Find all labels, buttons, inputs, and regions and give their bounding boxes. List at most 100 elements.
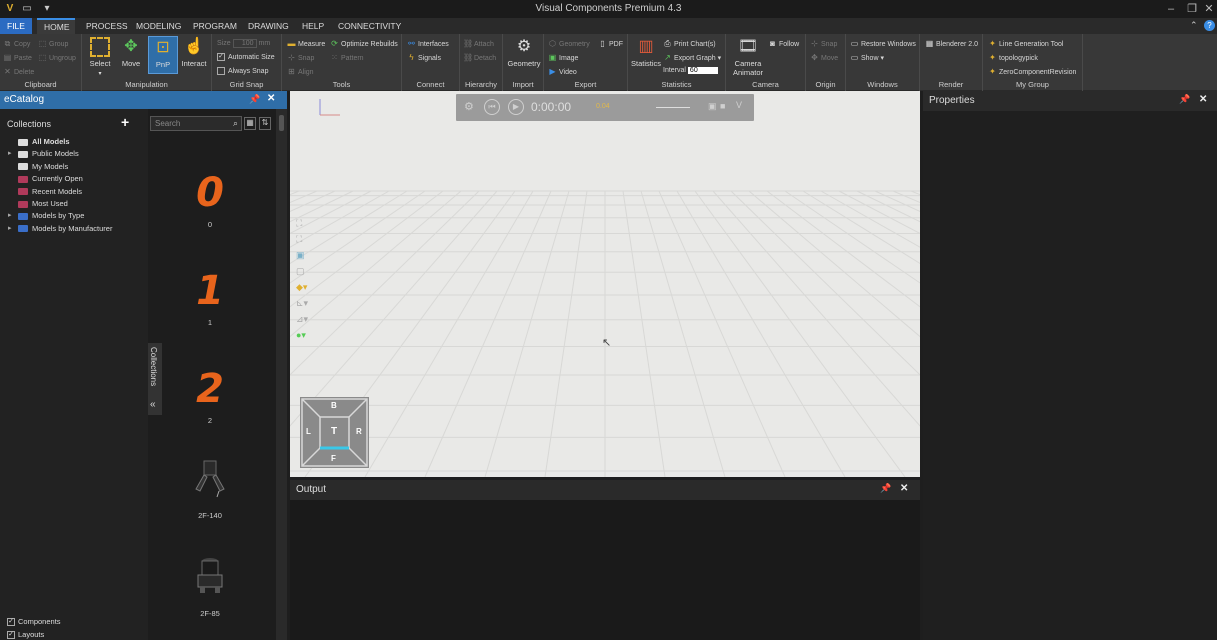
restore-windows-button[interactable]: ▭ Restore Windows [850, 39, 916, 48]
navcube-right[interactable]: R [356, 427, 362, 436]
snap-tool-button[interactable]: ⊹ Snap [287, 53, 314, 62]
tab-modeling[interactable]: MODELING [129, 18, 188, 34]
import-geometry-button[interactable]: ⚙ Geometry [506, 37, 542, 68]
export-pdf-button[interactable]: ▯ PDF [598, 39, 623, 48]
line-generation-tool-button[interactable]: ✦ Line Generation Tool [988, 39, 1063, 48]
export-image-button[interactable]: ▣ Image [548, 53, 579, 62]
catalog-item[interactable]: 2F-85 [160, 553, 260, 618]
restore-button[interactable]: ❐ [1184, 1, 1200, 17]
tab-process[interactable]: PROCESS [79, 18, 135, 34]
tab-home[interactable]: HOME [37, 18, 75, 34]
perspective-icon[interactable]: ▣ [296, 247, 310, 263]
tab-connectivity[interactable]: CONNECTIVITY [331, 18, 408, 34]
fit-selection-icon[interactable]: ⛶ [296, 215, 310, 231]
measure-dropdown-icon[interactable]: ⊿▾ [296, 311, 310, 327]
catalog-item[interactable]: 22 [160, 366, 260, 425]
origin-move-button[interactable]: ✥ Move [810, 53, 838, 62]
double-chevron-left-icon[interactable]: « [150, 399, 156, 410]
speed-slider[interactable] [656, 107, 690, 108]
align-button[interactable]: ⊞ Align [287, 67, 313, 76]
catalog-item[interactable]: 00 [160, 170, 260, 229]
camera-animator-button[interactable]: 🎞 Camera Animator [730, 37, 766, 77]
automatic-size-checkbox[interactable]: ✓ Automatic Size [217, 53, 275, 61]
navcube-left[interactable]: L [306, 427, 311, 436]
blenderer-button[interactable]: ▦ Blenderer 2.0 [925, 39, 978, 48]
tree-item[interactable]: ▸ Public Models [8, 149, 79, 158]
snapshot-icon[interactable]: ▣ [708, 101, 717, 112]
tree-item[interactable]: Recent Models [8, 187, 82, 196]
navcube-front[interactable]: F [331, 454, 336, 463]
tab-help[interactable]: HELP [295, 18, 331, 34]
collapse-ribbon-icon[interactable]: ⌃ [1190, 20, 1198, 31]
attach-button[interactable]: ⛓Attach [463, 39, 494, 48]
copy-button[interactable]: ⧉ Copy [3, 39, 31, 49]
print-charts-button[interactable]: ⎙ Print Chart(s) [663, 39, 715, 49]
zero-component-revision-button[interactable]: ✦ ZeroComponentRevision [988, 67, 1076, 76]
output-panel[interactable] [290, 500, 920, 640]
close-panel-icon[interactable]: ✕ [1199, 94, 1207, 105]
tree-item[interactable]: Currently Open [8, 174, 83, 183]
close-panel-icon[interactable]: ✕ [900, 483, 908, 494]
ungroup-button[interactable]: ⬚ Ungroup [38, 53, 76, 62]
render-mode-icon[interactable]: V [736, 100, 742, 110]
minimize-button[interactable]: – [1163, 1, 1179, 17]
tree-item[interactable]: Most Used [8, 199, 68, 208]
record-icon[interactable]: ■ [720, 101, 725, 111]
search-icon[interactable]: ⌕ [233, 118, 238, 129]
axes-dropdown-icon[interactable]: ⊾▾ [296, 295, 310, 311]
measure-button[interactable]: ▬ Measure [287, 39, 326, 48]
delete-button[interactable]: ✕ Delete [3, 67, 34, 76]
follow-button[interactable]: ◙ Follow [768, 39, 799, 48]
pin-icon[interactable]: 📌 [880, 483, 891, 494]
navcube-back[interactable]: B [331, 401, 337, 410]
move-button[interactable]: ✥ Move [116, 37, 146, 68]
tree-item[interactable]: ▸ Models by Manufacturer [8, 224, 112, 233]
fit-all-icon[interactable]: ⛶ [296, 231, 310, 247]
close-panel-icon[interactable]: ✕ [267, 93, 275, 104]
detach-button[interactable]: ⛓Detach [463, 53, 496, 62]
size-value[interactable]: 100 [232, 39, 257, 48]
interval-field[interactable]: Interval 60 [663, 67, 718, 74]
pin-icon[interactable]: 📌 [249, 94, 260, 105]
globe-dropdown-icon[interactable]: ●▾ [296, 327, 310, 343]
pnp-button[interactable]: ⊡ PnP [148, 36, 178, 74]
paste-button[interactable]: ▤ Paste [3, 53, 32, 62]
optimize-rebuilds-button[interactable]: ⟳ Optimize Rebuilds [330, 39, 398, 48]
signals-button[interactable]: ϟ Signals [407, 53, 441, 62]
layouts-checkbox[interactable]: ✓ Layouts [7, 630, 44, 640]
export-video-button[interactable]: ▶ Video [548, 67, 576, 76]
grid-view-icon[interactable]: ▦ [244, 117, 256, 130]
grid-size-field[interactable]: Size 100 mm [217, 39, 270, 48]
sort-icon[interactable]: ⇅ [259, 117, 271, 130]
gear-icon[interactable]: ⚙ [464, 100, 474, 113]
tree-item[interactable]: All Models [8, 137, 70, 146]
box-view-icon[interactable]: ▢ [296, 263, 310, 279]
export-graph-button[interactable]: ↗ Export Graph ▾ [663, 53, 721, 62]
tree-item[interactable]: ▸ Models by Type [8, 211, 84, 220]
play-button[interactable]: ▶ [508, 99, 524, 115]
components-checkbox[interactable]: ✓ Components [7, 617, 61, 627]
tab-drawing[interactable]: DRAWING [241, 18, 296, 34]
add-collection-button[interactable]: + [121, 114, 129, 130]
navigation-cube[interactable]: B L T R F [300, 397, 369, 468]
expand-arrow-icon[interactable]: ▸ [8, 211, 12, 219]
tree-item[interactable]: My Models [8, 162, 68, 171]
3d-viewport[interactable]: ⚙ ⏮ ▶ 0:00:00 0.04 ▣ ■ V ⛶ ⛶ ▣ ▢ ◆▾ ⊾▾ ⊿… [290, 91, 920, 477]
pin-icon[interactable]: 📌 [1179, 94, 1190, 105]
export-geometry-button[interactable]: ⬡ Geometry [548, 39, 590, 48]
search-input[interactable]: Search ⌕ [150, 116, 242, 131]
interfaces-button[interactable]: ⚯ Interfaces [407, 39, 449, 48]
catalog-item[interactable]: 2F-140 [160, 455, 260, 520]
tab-program[interactable]: PROGRAM [186, 18, 244, 34]
help-icon[interactable]: ? [1204, 20, 1215, 31]
render-dropdown-icon[interactable]: ◆▾ [296, 279, 310, 295]
expand-arrow-icon[interactable]: ▸ [8, 224, 12, 232]
catalog-scrollbar[interactable] [276, 109, 287, 640]
origin-snap-button[interactable]: ⊹ Snap [810, 39, 837, 48]
statistics-button[interactable]: ▥ Statistics [630, 37, 662, 68]
interact-button[interactable]: ☝ Interact [179, 37, 209, 68]
tab-file[interactable]: FILE [0, 18, 32, 34]
scrollbar-thumb[interactable] [279, 115, 284, 131]
group-button[interactable]: ⬚ Group [38, 39, 69, 48]
interval-value[interactable]: 60 [687, 67, 718, 74]
